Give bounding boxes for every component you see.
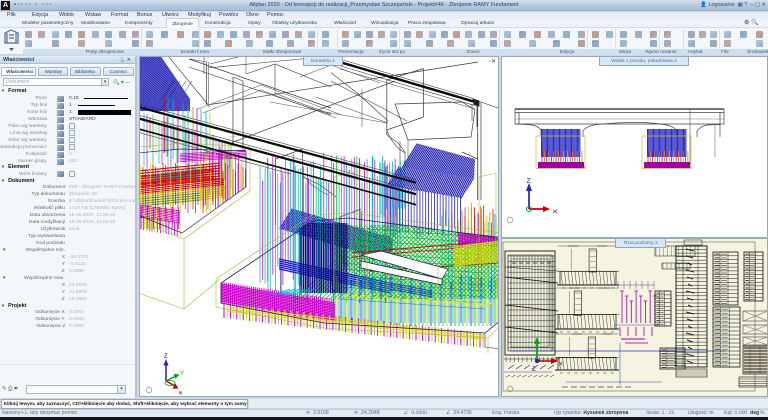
svg-text:✕: ✕ [558, 361, 563, 368]
svg-text:✕: ✕ [552, 209, 558, 216]
svg-text:✕: ✕ [178, 391, 183, 396]
svg-text:Z: Z [532, 366, 536, 373]
svg-text:Y: Y [180, 371, 184, 377]
